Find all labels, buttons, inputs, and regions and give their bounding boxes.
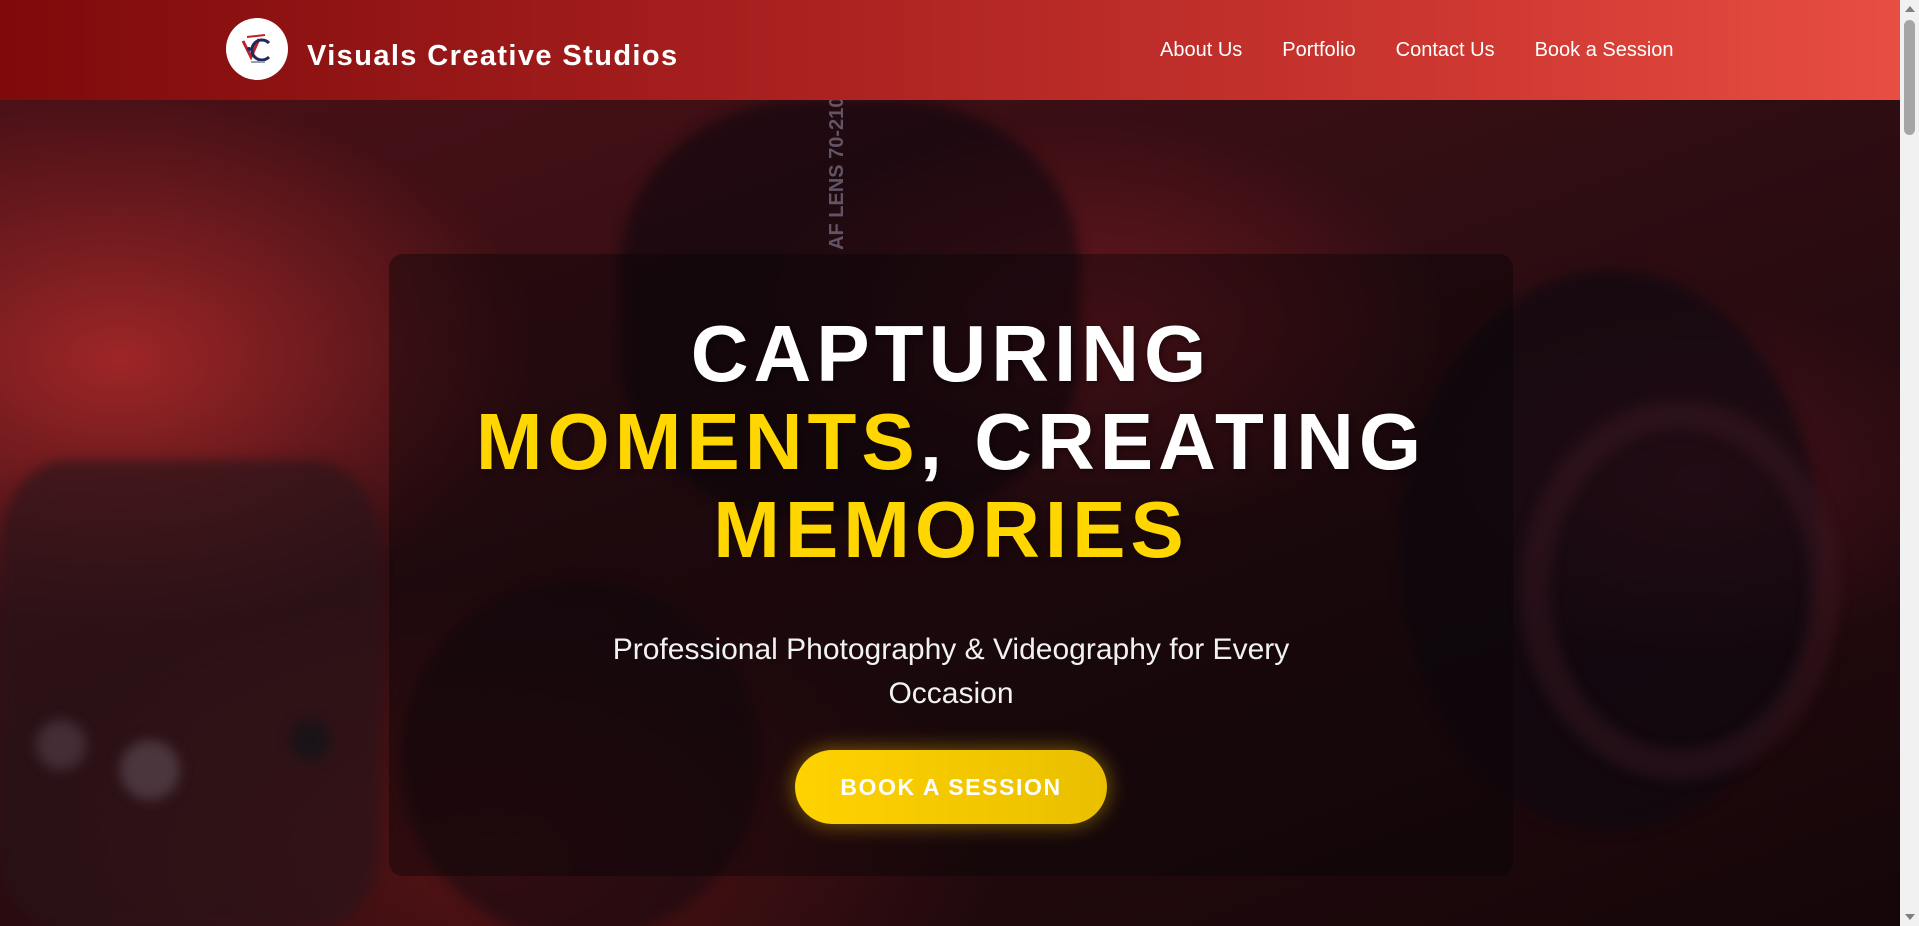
nav-book-a-session[interactable]: Book a Session xyxy=(1535,38,1674,62)
nav-about-us[interactable]: About Us xyxy=(1160,38,1242,62)
hero-card: CAPTURING MOMENTS, CREATING MEMORIES Pro… xyxy=(389,254,1513,876)
nav-portfolio[interactable]: Portfolio xyxy=(1282,38,1355,62)
camera-body-shape xyxy=(0,460,380,926)
brand-name[interactable]: Visuals Creative Studios xyxy=(307,38,679,74)
book-session-button[interactable]: BOOK A SESSION xyxy=(795,750,1107,824)
hero-title: CAPTURING MOMENTS, CREATING MEMORIES xyxy=(389,310,1513,574)
main-nav: About Us Portfolio Contact Us Book a Ses… xyxy=(1160,38,1674,62)
hero-subtitle: Professional Photography & Videography f… xyxy=(612,633,1290,710)
page: Visuals Creative Studios About Us Portfo… xyxy=(0,0,1919,926)
lens-label-text: AF LENS 70-210 xyxy=(826,100,848,250)
scroll-down-arrow-icon[interactable] xyxy=(1905,914,1915,920)
hero-title-highlight-memories: MEMORIES xyxy=(713,485,1189,574)
hero-title-creating: , CREATING xyxy=(919,397,1427,486)
hero-title-highlight-moments: MOMENTS xyxy=(475,397,920,486)
camera-dial-shape xyxy=(36,720,86,770)
nav-contact-us[interactable]: Contact Us xyxy=(1396,38,1495,62)
page-scrollbar[interactable] xyxy=(1900,0,1919,926)
camera-dial-shape xyxy=(120,740,180,800)
hero-title-line1: CAPTURING xyxy=(690,309,1212,398)
logo[interactable] xyxy=(226,18,288,80)
scroll-thumb[interactable] xyxy=(1904,20,1915,135)
camera-button-shape xyxy=(290,720,330,760)
lens-ring-shape xyxy=(1520,400,1840,780)
scroll-up-arrow-icon[interactable] xyxy=(1905,6,1915,12)
top-navbar: Visuals Creative Studios About Us Portfo… xyxy=(0,0,1900,100)
vcs-logo-icon xyxy=(241,34,271,63)
